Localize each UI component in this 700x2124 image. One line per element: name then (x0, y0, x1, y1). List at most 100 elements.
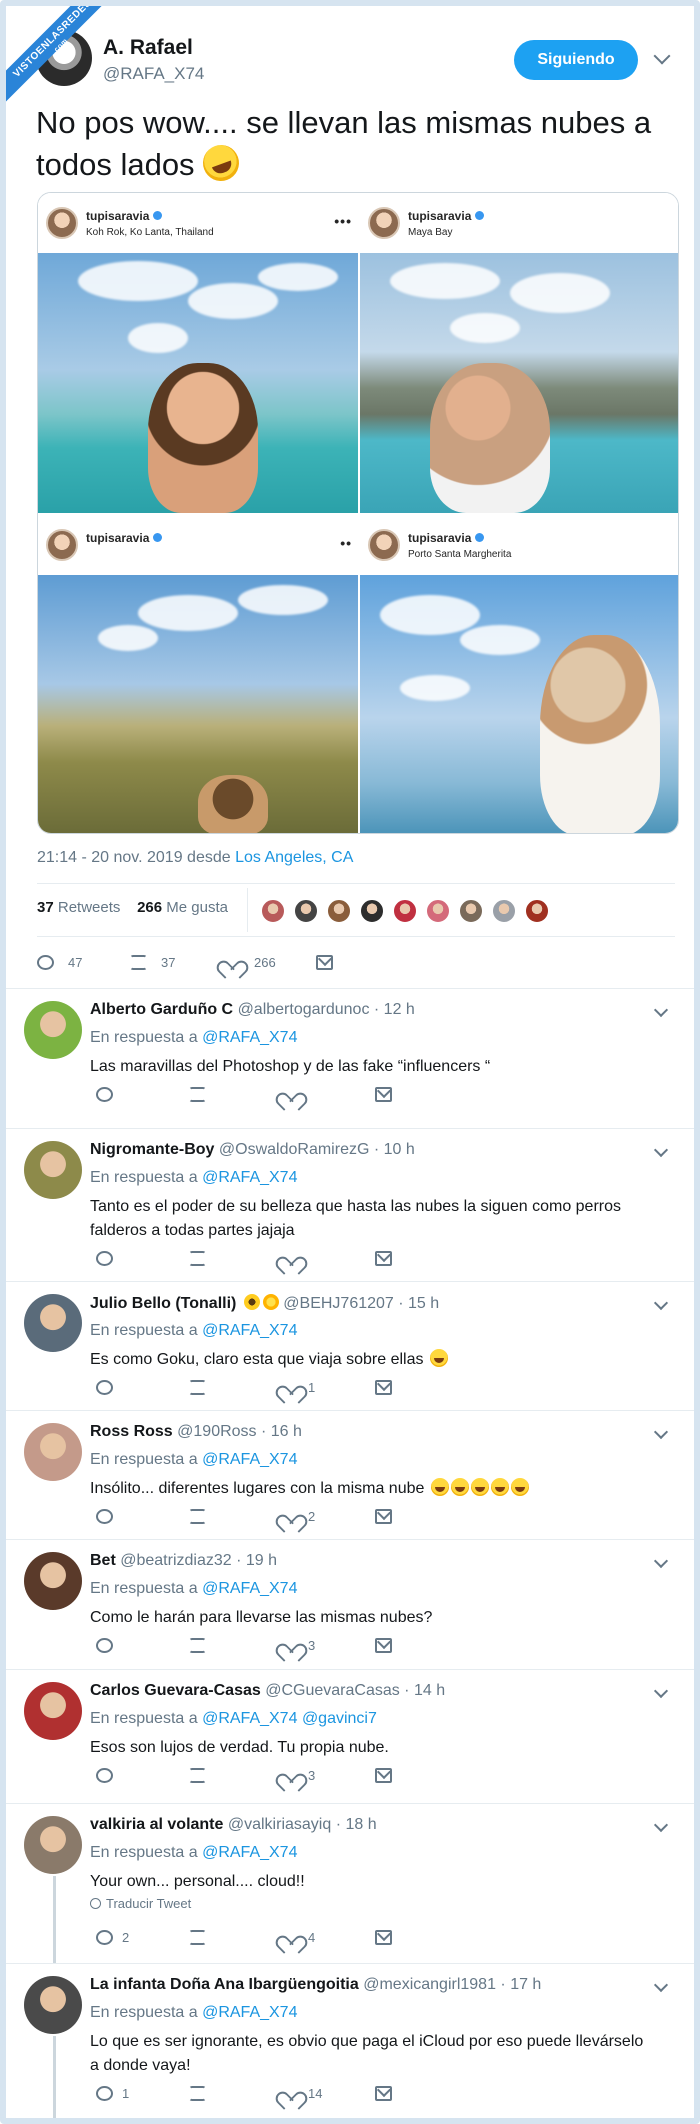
reply-author[interactable]: Ross Ross @190Ross · 16 h (90, 1423, 302, 1441)
liker-avatar[interactable] (359, 898, 385, 924)
tweet-actions: 47 37 266 (37, 951, 437, 975)
reply-avatar[interactable] (24, 1294, 82, 1352)
heart-icon (282, 1251, 299, 1266)
liker-avatar[interactable] (260, 898, 286, 924)
chevron-down-icon[interactable] (653, 1295, 669, 1311)
reply-icon (96, 1768, 113, 1783)
location-link[interactable]: Los Angeles, CA (235, 849, 353, 866)
reply-author[interactable]: Julio Bello (Tonalli) @BEHJ761207 · 15 h (90, 1294, 439, 1313)
reply-avatar[interactable] (24, 1141, 82, 1199)
in-reply-to: En respuesta a @RAFA_X74 (90, 1580, 298, 1597)
tweet-timestamp: 21:14 - 20 nov. 2019 desde Los Angeles, … (37, 849, 353, 867)
reply-avatar[interactable] (24, 1423, 82, 1481)
reply-avatar[interactable] (24, 1976, 82, 2034)
reply-avatar[interactable] (24, 1552, 82, 1610)
reply-text: Your own... personal.... cloud!! (90, 1873, 305, 1890)
globe-icon (90, 1898, 101, 1909)
instagram-post-3: tupisaravia •• (38, 513, 358, 833)
reply-handle: @190Ross · 16 h (177, 1423, 302, 1440)
liker-avatar[interactable] (491, 898, 517, 924)
reply-author[interactable]: Nigromante-Boy @OswaldoRamirezG · 10 h (90, 1141, 415, 1159)
reply-author[interactable]: Bet @beatrizdiaz32 · 19 h (90, 1552, 277, 1570)
post-header: tupisaravia Koh Rok, Ko Lanta, Thailand … (38, 193, 358, 253)
chevron-down-icon[interactable] (653, 1142, 669, 1158)
reply-avatar[interactable] (24, 1001, 82, 1059)
reply-handle: @valkiriasayiq · 18 h (227, 1816, 377, 1833)
more-options-icon: •• (340, 535, 352, 551)
instagram-username: tupisaravia (408, 209, 485, 223)
envelope-icon (375, 1509, 392, 1524)
reply-text: Esos son lujos de verdad. Tu propia nube… (90, 1739, 389, 1756)
mention-link[interactable]: @RAFA_X74 (202, 1580, 297, 1597)
chevron-down-icon[interactable] (653, 1977, 669, 1993)
mention-link[interactable]: @gavinci7 (302, 1710, 377, 1727)
liker-avatar[interactable] (425, 898, 451, 924)
reply-tweet[interactable]: valkiria al volante @valkiriasayiq · 18 … (6, 1803, 694, 1964)
chevron-down-icon[interactable] (653, 1002, 669, 1018)
envelope-icon (375, 1768, 392, 1783)
envelope-icon (375, 1380, 392, 1395)
following-button[interactable]: Siguiendo (514, 40, 638, 80)
author-handle[interactable]: @RAFA_X74 (103, 64, 204, 84)
reply-icon (96, 1251, 113, 1266)
reply-text: Tanto es el poder de su belleza que hast… (90, 1198, 622, 1239)
reply-handle: @CGuevaraCasas · 14 h (265, 1682, 446, 1699)
reply-tweet[interactable]: Alberto Garduño C @albertogardunoc · 12 … (6, 988, 694, 1128)
instagram-post-2: tupisaravia Maya Bay (358, 193, 678, 513)
reply-tweet[interactable]: La infanta Doña Ana Ibargüengoitia @mexi… (6, 1963, 694, 2118)
reply-tweet[interactable]: Carlos Guevara-Casas @CGuevaraCasas · 14… (6, 1669, 694, 1803)
instagram-post-1: tupisaravia Koh Rok, Ko Lanta, Thailand … (38, 193, 358, 513)
reply-icon (96, 2086, 113, 2101)
author-name[interactable]: A. Rafael (103, 36, 193, 60)
chevron-down-icon[interactable] (653, 1817, 669, 1833)
reply-author[interactable]: valkiria al volante @valkiriasayiq · 18 … (90, 1816, 377, 1834)
chevron-down-icon[interactable] (653, 1553, 669, 1569)
instagram-location: Maya Bay (408, 227, 453, 238)
mention-link[interactable]: @RAFA_X74 (202, 1710, 297, 1727)
reply-icon (96, 1509, 113, 1524)
retweet-icon (130, 955, 147, 970)
liker-avatar[interactable] (524, 898, 550, 924)
liker-avatar[interactable] (293, 898, 319, 924)
mention-link[interactable]: @RAFA_X74 (202, 1169, 297, 1186)
reply-avatar[interactable] (24, 1682, 82, 1740)
reply-tweet[interactable]: Julio Bello (Tonalli) @BEHJ761207 · 15 h… (6, 1281, 694, 1410)
post-header: tupisaravia Maya Bay (360, 193, 678, 253)
tweet-media[interactable]: tupisaravia Koh Rok, Ko Lanta, Thailand … (37, 192, 679, 834)
liker-avatar[interactable] (392, 898, 418, 924)
retweets-count[interactable]: 37 (37, 899, 54, 916)
reply-tweet[interactable]: Ross Ross @190Ross · 16 h En respuesta a … (6, 1410, 694, 1539)
translate-link[interactable]: Traducir Tweet (90, 1896, 191, 1911)
chevron-down-icon[interactable] (653, 47, 671, 65)
chevron-down-icon[interactable] (653, 1683, 669, 1699)
heart-icon (282, 1930, 299, 1945)
mention-link[interactable]: @RAFA_X74 (202, 1844, 297, 1861)
retweet-count: 37 (161, 955, 176, 970)
reply-avatar[interactable] (24, 1816, 82, 1874)
reply-author[interactable]: La infanta Doña Ana Ibargüengoitia @mexi… (90, 1976, 541, 1994)
envelope-icon (316, 955, 333, 970)
likes-count[interactable]: 266 (137, 899, 162, 916)
mention-link[interactable]: @RAFA_X74 (202, 1322, 297, 1339)
mention-link[interactable]: @RAFA_X74 (202, 2004, 297, 2021)
instagram-avatar (46, 207, 78, 239)
in-reply-to: En respuesta a @RAFA_X74 (90, 1029, 298, 1046)
reply-tweet[interactable]: Bet @beatrizdiaz32 · 19 h En respuesta a … (6, 1539, 694, 1669)
liker-avatar[interactable] (326, 898, 352, 924)
like-count: 3 (308, 1638, 316, 1653)
likes-label[interactable]: Me gusta (166, 899, 228, 916)
in-reply-to: En respuesta a @RAFA_X74 (90, 2004, 298, 2021)
envelope-icon (375, 1930, 392, 1945)
mention-link[interactable]: @RAFA_X74 (202, 1029, 297, 1046)
reply-author[interactable]: Carlos Guevara-Casas @CGuevaraCasas · 14… (90, 1682, 445, 1700)
retweets-label[interactable]: Retweets (58, 899, 121, 916)
reply-author[interactable]: Alberto Garduño C @albertogardunoc · 12 … (90, 1001, 415, 1019)
mention-link[interactable]: @RAFA_X74 (202, 1451, 297, 1468)
chevron-down-icon[interactable] (653, 1424, 669, 1440)
liker-avatar[interactable] (458, 898, 484, 924)
in-reply-to: En respuesta a @RAFA_X74 (90, 1322, 298, 1339)
instagram-username: tupisaravia (408, 531, 485, 545)
reply-text: Las maravillas del Photoshop y de las fa… (90, 1058, 491, 1075)
reply-tweet[interactable]: Nigromante-Boy @OswaldoRamirezG · 10 h En… (6, 1128, 694, 1281)
instagram-username: tupisaravia (86, 531, 163, 545)
